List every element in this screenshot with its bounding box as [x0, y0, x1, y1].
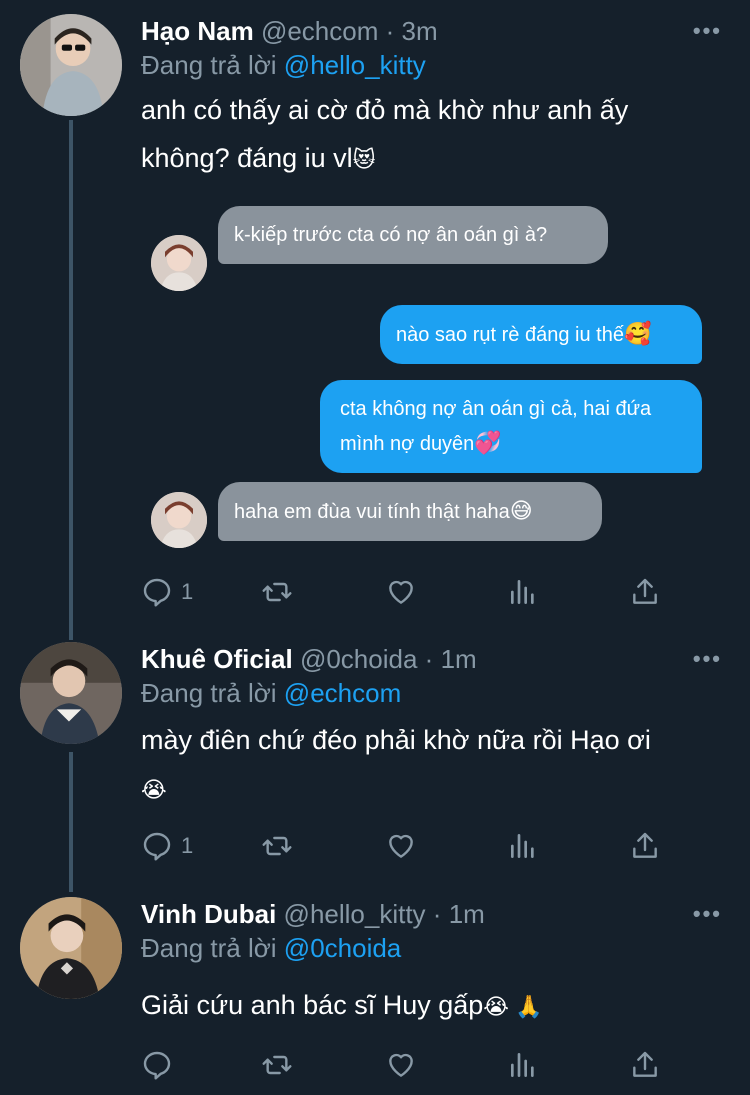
separator-dot: · — [424, 644, 434, 674]
replying-to-label: Đang trả lời — [141, 678, 277, 708]
tweet[interactable]: Vinh Dubai @hello_kitty · 1m ••• Đang tr… — [0, 885, 750, 1095]
chat-message-text: k-kiếp trước cta có nợ ân oán gì à? — [234, 224, 548, 246]
share-button[interactable] — [629, 572, 661, 612]
share-icon — [633, 832, 657, 858]
emoji: 💞 — [474, 430, 502, 455]
more-icon[interactable]: ••• — [693, 646, 722, 672]
avatar-image — [20, 14, 122, 116]
share-icon — [633, 1051, 657, 1077]
display-name[interactable]: Khuê Oficial — [141, 644, 293, 674]
analytics-icon — [511, 580, 534, 604]
username[interactable]: @echcom — [261, 16, 378, 46]
chat-message-text: haha em đùa vui tính thật haha — [234, 501, 510, 523]
emoji: 😅 — [509, 498, 533, 523]
tweet-thread: Hạo Nam @echcom · 3m ••• Đang trả lời @h… — [0, 0, 750, 1095]
username[interactable]: @0choida — [300, 644, 417, 674]
share-button[interactable] — [629, 826, 661, 866]
tweet-header: Khuê Oficial @0choida · 1m — [141, 642, 477, 676]
chat-bubble-received: k-kiếp trước cta có nợ ân oán gì à? — [218, 206, 608, 264]
separator-dot: · — [432, 899, 442, 929]
tweet-text: mày điên chứ đéo phải khờ nữa rồi Hạo ơi… — [141, 716, 711, 814]
timestamp[interactable]: 3m — [402, 16, 438, 46]
display-name[interactable]: Vinh Dubai — [141, 899, 276, 929]
like-button[interactable] — [385, 826, 417, 866]
tweet-text: Giải cứu anh bác sĩ Huy gấp😭 🙏 — [141, 981, 711, 1031]
tweet-header: Vinh Dubai @hello_kitty · 1m — [141, 897, 485, 931]
more-icon[interactable]: ••• — [693, 18, 722, 44]
reply-count: 1 — [181, 833, 194, 858]
chat-bubble-sent: nào sao rụt rè đáng iu thế🥰 — [380, 305, 702, 364]
mention-link[interactable]: @hello_kitty — [284, 50, 426, 80]
username[interactable]: @hello_kitty — [284, 899, 426, 929]
replying-to: Đang trả lời @0choida — [141, 931, 401, 965]
analytics-button[interactable] — [507, 572, 539, 612]
reply-icon — [143, 832, 171, 861]
tweet[interactable]: Hạo Nam @echcom · 3m ••• Đang trả lời @h… — [0, 0, 750, 630]
emoji: 😻 — [352, 147, 376, 172]
display-name[interactable]: Hạo Nam — [141, 16, 254, 46]
tweet[interactable]: Khuê Oficial @0choida · 1m ••• Đang trả … — [0, 630, 750, 885]
avatar[interactable] — [20, 897, 122, 999]
replying-to-label: Đang trả lời — [141, 50, 277, 80]
tweet-header: Hạo Nam @echcom · 3m — [141, 14, 438, 48]
like-button[interactable] — [385, 572, 417, 612]
chat-message-text: nào sao rụt rè đáng iu thế — [396, 324, 624, 346]
retweet-button[interactable] — [261, 826, 293, 866]
retweet-icon — [262, 582, 292, 602]
tweet-text-content: mày điên chứ đéo phải khờ nữa rồi Hạo ơi — [141, 725, 651, 755]
reply-count: 1 — [181, 579, 194, 604]
reply-button[interactable]: 1 — [141, 572, 193, 612]
more-icon[interactable]: ••• — [693, 901, 722, 927]
emoji: 😭 — [141, 777, 167, 802]
analytics-button[interactable] — [507, 826, 539, 866]
attached-image[interactable]: k-kiếp trước cta có nợ ân oán gì à? nào … — [140, 200, 720, 570]
analytics-icon — [511, 834, 534, 858]
replying-to: Đang trả lời @echcom — [141, 676, 401, 710]
emoji: 🥰 — [623, 321, 652, 346]
analytics-icon — [511, 1053, 534, 1077]
tweet-text: anh có thấy ai cờ đỏ mà khờ như anh ấy k… — [141, 86, 711, 184]
separator-dot: · — [385, 16, 395, 46]
heart-icon — [389, 1053, 413, 1077]
mention-link[interactable]: @echcom — [284, 678, 401, 708]
tweet-actions — [141, 1045, 701, 1085]
replying-to: Đang trả lời @hello_kitty — [141, 48, 426, 82]
retweet-icon — [262, 1055, 292, 1075]
reply-icon — [143, 578, 171, 607]
avatar-image — [20, 642, 122, 744]
timestamp[interactable]: 1m — [441, 644, 477, 674]
chat-avatar — [151, 235, 207, 291]
like-button[interactable] — [385, 1045, 417, 1085]
avatar[interactable] — [20, 14, 122, 116]
retweet-button[interactable] — [261, 1045, 293, 1085]
tweet-actions: 1 — [141, 572, 701, 612]
share-icon — [633, 578, 657, 604]
retweet-button[interactable] — [261, 572, 293, 612]
reply-button[interactable]: 1 — [141, 826, 193, 866]
reply-icon — [143, 1051, 171, 1080]
heart-icon — [389, 834, 413, 858]
chat-bubble-sent: cta không nợ ân oán gì cả, hai đứa mình … — [320, 380, 702, 473]
tweet-actions: 1 — [141, 826, 701, 866]
retweet-icon — [262, 836, 292, 856]
avatar[interactable] — [20, 642, 122, 744]
tweet-text-content: anh có thấy ai cờ đỏ mà khờ như anh ấy k… — [141, 95, 629, 173]
reply-button[interactable] — [141, 1045, 181, 1085]
heart-icon — [389, 580, 413, 604]
emoji: 😭 🙏 — [483, 994, 543, 1019]
share-button[interactable] — [629, 1045, 661, 1085]
chat-bubble-received: haha em đùa vui tính thật haha😅 — [218, 482, 602, 541]
replying-to-label: Đang trả lời — [141, 933, 277, 963]
analytics-button[interactable] — [507, 1045, 539, 1085]
mention-link[interactable]: @0choida — [284, 933, 401, 963]
chat-avatar — [151, 492, 207, 548]
timestamp[interactable]: 1m — [449, 899, 485, 929]
tweet-text-content: Giải cứu anh bác sĩ Huy gấp — [141, 990, 484, 1020]
avatar-image — [20, 897, 122, 999]
